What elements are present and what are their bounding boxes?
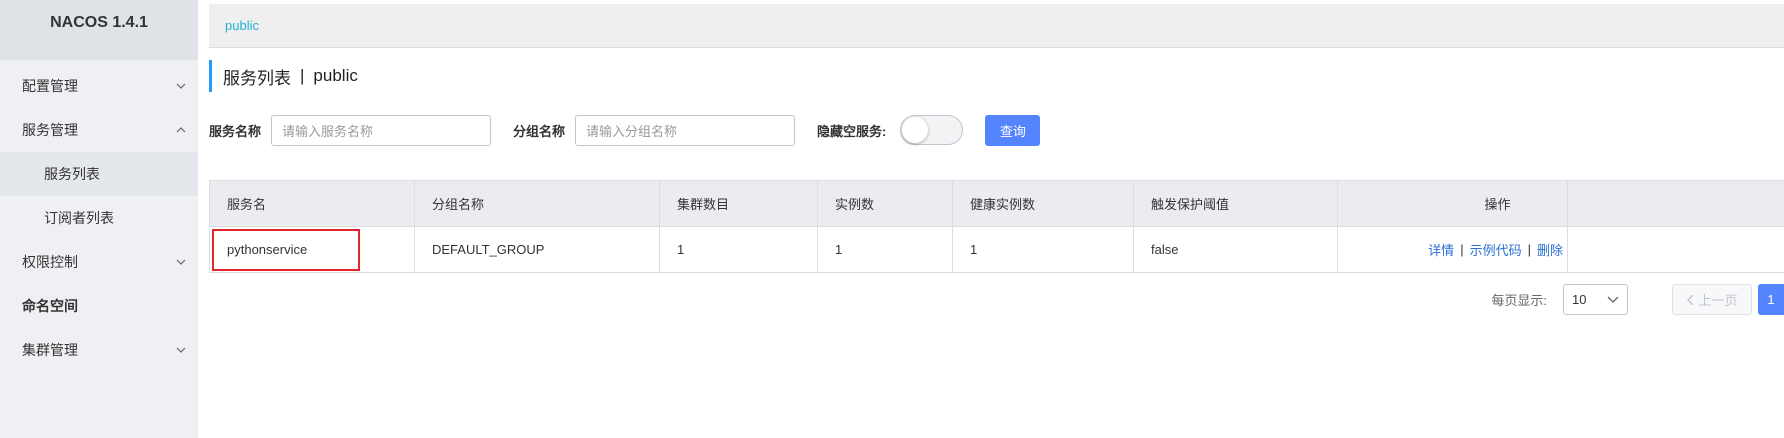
chevron-up-icon	[176, 127, 186, 133]
sidebar-item-label: 命名空间	[22, 298, 78, 314]
cell-actions: 详情 | 示例代码 | 删除	[1338, 227, 1568, 272]
cell-healthy-count: 1	[953, 227, 1134, 272]
group-name-input[interactable]: 请输入分组名称	[575, 114, 796, 146]
query-button[interactable]: 查询	[985, 114, 1041, 146]
sidebar-item-service-list[interactable]: 服务列表	[0, 152, 198, 196]
sidebar-item-auth[interactable]: 权限控制	[0, 240, 198, 284]
delete-link[interactable]: 删除	[1537, 240, 1563, 259]
main-content: public 服务列表 | public 服务名称 请输入服务名称 分组名称 请…	[209, 0, 1784, 438]
sidebar-item-label: 配置管理	[22, 78, 78, 94]
cell-cluster-count: 1	[660, 227, 818, 272]
group-name-label: 分组名称	[513, 123, 566, 139]
toggle-knob	[902, 117, 929, 143]
header-healthy-count: 健康实例数	[953, 181, 1134, 226]
per-page-value: 10	[1572, 292, 1587, 307]
sample-code-link[interactable]: 示例代码	[1470, 240, 1522, 259]
sidebar-item-label: 服务管理	[22, 122, 78, 138]
sidebar-item-label: 权限控制	[22, 254, 78, 270]
table-header-row: 服务名 分组名称 集群数目 实例数 健康实例数 触发保护阈值 操作	[209, 181, 1784, 227]
sidebar-item-service[interactable]: 服务管理	[0, 108, 198, 152]
chevron-down-icon	[1607, 296, 1619, 303]
header-threshold: 触发保护阈值	[1134, 181, 1338, 226]
prev-page-button[interactable]: 上一页	[1672, 284, 1752, 315]
header-instance-count: 实例数	[818, 181, 953, 226]
sidebar-item-subscribers[interactable]: 订阅者列表	[0, 196, 198, 240]
per-page-label: 每页显示:	[1491, 293, 1547, 308]
cell-threshold: false	[1134, 227, 1338, 272]
service-name-input[interactable]: 请输入服务名称	[271, 114, 492, 146]
page-title-namespace: public	[313, 66, 358, 85]
service-name-label: 服务名称	[209, 123, 262, 139]
sidebar-item-label: 服务列表	[44, 166, 100, 182]
cell-instance-count: 1	[818, 227, 953, 272]
table-row: pythonservice DEFAULT_GROUP 1 1 1 false …	[209, 227, 1784, 273]
prev-page-label: 上一页	[1698, 293, 1738, 308]
header-group-name: 分组名称	[415, 181, 660, 226]
cell-service-name: pythonservice	[209, 227, 415, 272]
chevron-down-icon	[176, 83, 186, 89]
chevron-down-icon	[176, 347, 186, 353]
cell-group-name: DEFAULT_GROUP	[415, 227, 660, 272]
per-page-select[interactable]: 10	[1563, 284, 1628, 315]
app-logo: NACOS 1.4.1	[0, 0, 198, 60]
sidebar: NACOS 1.4.1 配置管理 服务管理 服务列表 订阅者列表 权限控制 命名…	[0, 0, 198, 438]
sidebar-item-label: 订阅者列表	[44, 210, 114, 226]
sidebar-item-config[interactable]: 配置管理	[0, 64, 198, 108]
chevron-down-icon	[176, 259, 186, 265]
sidebar-item-label: 集群管理	[22, 342, 78, 358]
sidebar-item-cluster[interactable]: 集群管理	[0, 328, 198, 372]
sidebar-item-namespace[interactable]: 命名空间	[0, 284, 198, 328]
detail-link[interactable]: 详情	[1428, 240, 1454, 259]
page-number-current[interactable]: 1	[1758, 284, 1784, 315]
title-separator: |	[300, 66, 305, 85]
highlight-box	[212, 229, 360, 271]
header-service-name: 服务名	[209, 181, 415, 226]
hide-empty-toggle[interactable]	[900, 115, 964, 145]
pagination: 每页显示: 10 上一页 1	[1491, 284, 1784, 315]
service-table: 服务名 分组名称 集群数目 实例数 健康实例数 触发保护阈值 操作 python…	[209, 180, 1784, 273]
page-title-text: 服务列表	[223, 68, 291, 88]
hide-empty-label: 隐藏空服务:	[817, 123, 887, 139]
filter-bar: 服务名称 请输入服务名称 分组名称 请输入分组名称 隐藏空服务: 查询	[209, 114, 1041, 146]
chevron-left-icon	[1687, 294, 1694, 305]
header-cluster-count: 集群数目	[660, 181, 818, 226]
namespace-breadcrumb: public	[209, 4, 1784, 48]
page-title: 服务列表 | public	[209, 60, 358, 92]
namespace-link[interactable]: public	[225, 18, 259, 33]
header-actions: 操作	[1338, 181, 1568, 226]
